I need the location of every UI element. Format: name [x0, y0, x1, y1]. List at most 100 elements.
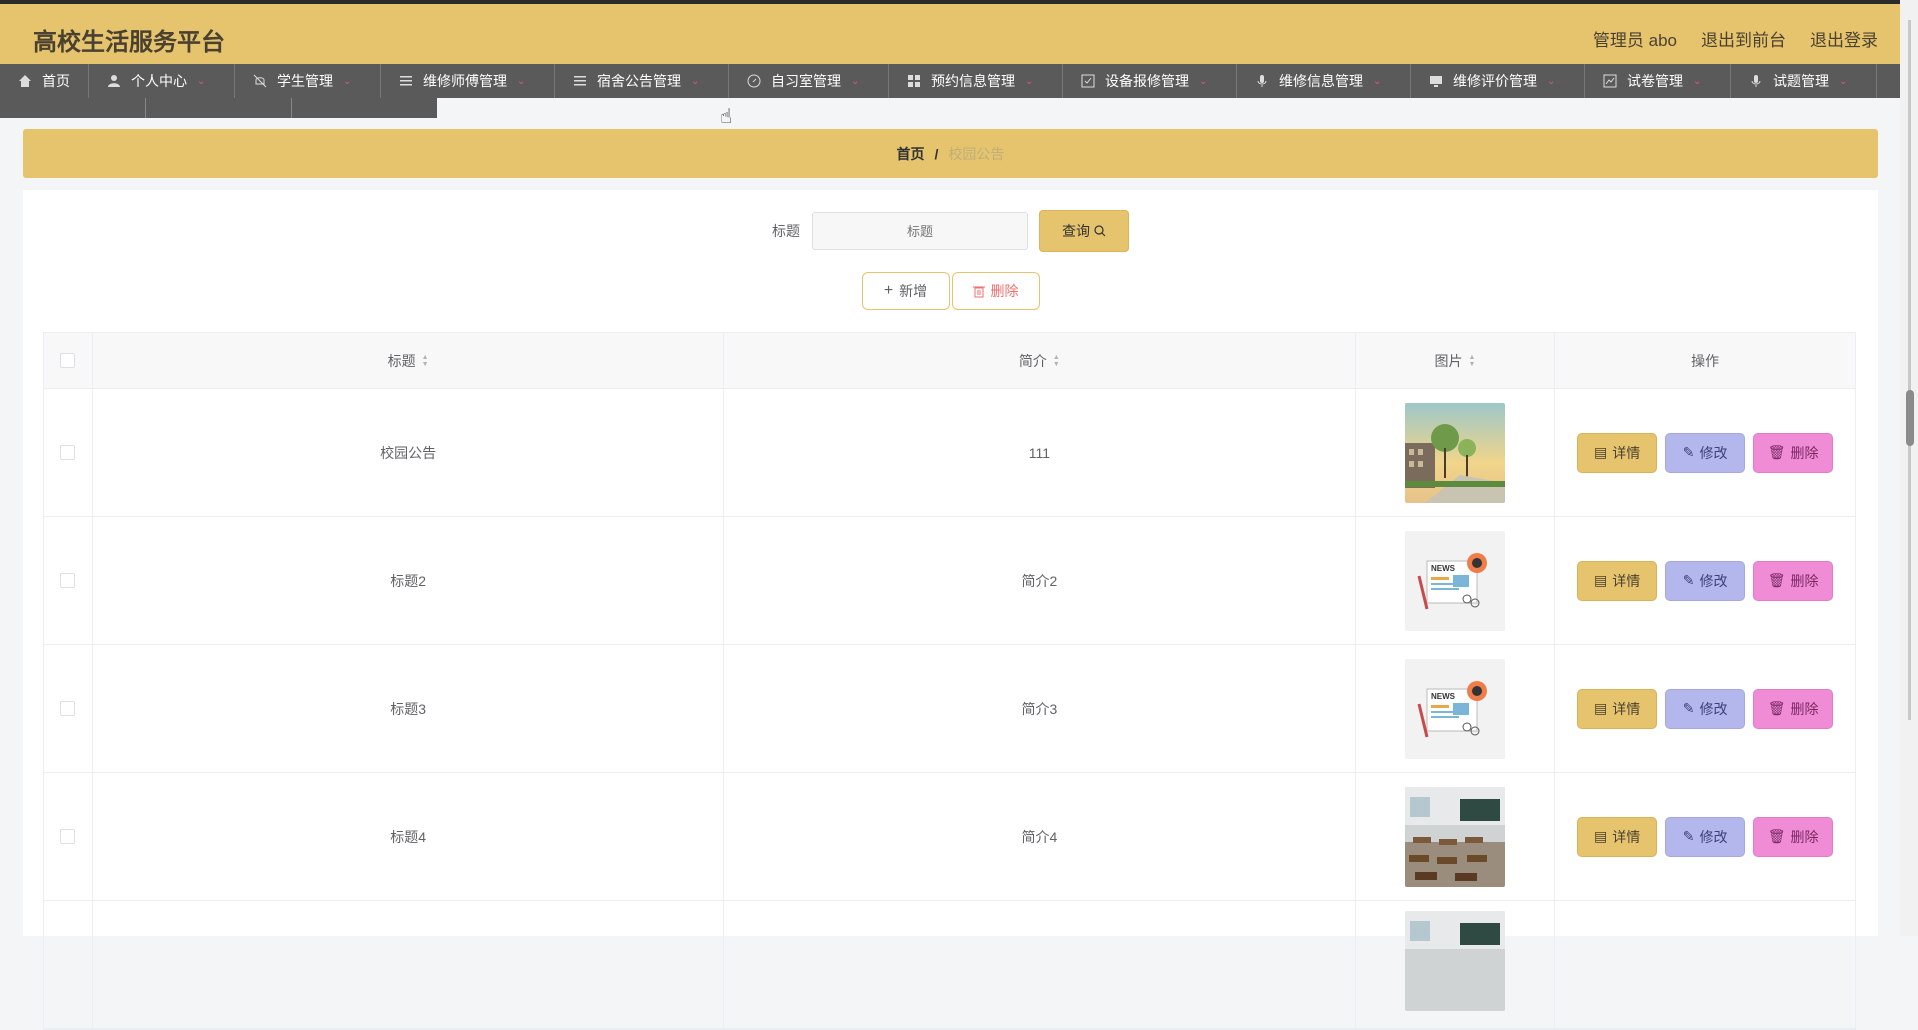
nav-item-students[interactable]: 学生管理 ⌄	[235, 64, 381, 98]
row-select-cell	[44, 645, 93, 772]
row-select-cell	[44, 517, 93, 644]
ops-cell: ▤ 详情 ✎ 修改 🗑 删除	[1555, 517, 1855, 644]
title-search-input[interactable]	[812, 212, 1028, 250]
row-checkbox[interactable]	[60, 829, 76, 844]
header-title-label: 标题	[387, 352, 416, 369]
classroom-photo[interactable]	[1404, 786, 1505, 887]
nav-item-exam-papers[interactable]: 试卷管理 ⌄	[1585, 64, 1731, 98]
edit-label: 修改	[1699, 700, 1728, 717]
sort-icon[interactable]: ▲ ▼	[1468, 354, 1475, 368]
scrollbar-track	[1908, 20, 1911, 720]
row-select-cell	[44, 901, 93, 1028]
add-button-label: 新增	[899, 283, 928, 299]
nav-label: 自习室管理	[771, 73, 841, 89]
nav-label: 维修信息管理	[1279, 73, 1363, 89]
delete-button[interactable]: 🗑 删除	[1753, 560, 1834, 601]
ops-cell: ▤ 详情 ✎ 修改 🗑 删除	[1555, 389, 1855, 516]
nav-item-repair-reviews[interactable]: 维修评价管理 ⌄	[1411, 64, 1585, 98]
logout-link[interactable]: 退出登录	[1810, 26, 1878, 51]
pencil-icon: ✎	[1682, 444, 1695, 460]
detail-button[interactable]: ▤ 详情	[1577, 688, 1658, 729]
search-button[interactable]: 查询	[1039, 210, 1129, 252]
detail-button[interactable]: ▤ 详情	[1577, 432, 1658, 473]
delete-label: 删除	[1790, 828, 1819, 845]
header-image[interactable]: 图片 ▲ ▼	[1356, 333, 1556, 388]
breadcrumb: 首页 / 校园公告	[23, 129, 1878, 178]
home-icon	[19, 75, 31, 87]
nav-item-dorm-notices[interactable]: 宿舍公告管理 ⌄	[555, 64, 729, 98]
edit-button[interactable]: ✎ 修改	[1665, 816, 1746, 857]
nav-item-study-rooms[interactable]: 自习室管理 ⌄	[729, 64, 889, 98]
row-checkbox[interactable]	[60, 701, 76, 716]
delete-button[interactable]: 🗑 删除	[1753, 816, 1834, 857]
exit-to-front-link[interactable]: 退出到前台	[1701, 26, 1786, 51]
search-icon	[1094, 225, 1106, 237]
delete-button[interactable]: 🗑 删除	[1753, 688, 1834, 729]
edit-button[interactable]: ✎ 修改	[1665, 432, 1746, 473]
detail-label: 详情	[1612, 700, 1641, 717]
sort-icon[interactable]: ▲ ▼	[1053, 354, 1060, 368]
nav-item-repairmen[interactable]: 维修师傅管理 ⌄	[381, 64, 555, 98]
edit-button[interactable]: ✎ 修改	[1665, 560, 1746, 601]
chevron-down-icon: ⌄	[197, 75, 206, 87]
news-illustration[interactable]: NEWS	[1404, 530, 1505, 631]
title-cell: 校园公告	[93, 389, 725, 516]
page-scrollbar[interactable]	[1900, 0, 1918, 936]
header-intro[interactable]: 简介 ▲ ▼	[724, 333, 1356, 388]
scrollbar-thumb[interactable]	[1906, 390, 1914, 446]
nav-item-reservations[interactable]: 预约信息管理 ⌄	[889, 64, 1063, 98]
header-ops-label: 操作	[1691, 352, 1720, 369]
chevron-down-icon: ⌄	[343, 75, 352, 87]
trash-icon: 🗑	[1767, 572, 1786, 588]
image-cell	[1356, 389, 1556, 516]
edit-button[interactable]: ✎ 修改	[1665, 688, 1746, 729]
image-cell	[1356, 901, 1556, 1028]
menu-icon	[574, 76, 586, 86]
nav-item-equipment-repair[interactable]: 设备报修管理 ⌄	[1063, 64, 1237, 98]
select-all-checkbox[interactable]	[60, 353, 76, 368]
header-ops: 操作	[1555, 333, 1855, 388]
document-icon: ▤	[1594, 828, 1608, 844]
table-row: 标题4 简介4 ▤ 详情 ✎ 修改 🗑 删除	[44, 773, 1855, 901]
campus-street-photo[interactable]	[1404, 402, 1505, 503]
intro-cell: 111	[724, 389, 1356, 516]
nav-item-home[interactable]: 首页	[0, 64, 89, 98]
edit-label: 修改	[1699, 572, 1728, 589]
row-checkbox[interactable]	[60, 445, 76, 460]
header-select-cell	[44, 333, 93, 388]
delete-button[interactable]: 🗑 删除	[1753, 432, 1834, 473]
detail-button[interactable]: ▤ 详情	[1577, 560, 1658, 601]
trash-icon: 🗑	[1767, 828, 1786, 844]
nav-item-questions[interactable]: 试题管理 ⌄	[1731, 64, 1877, 98]
nav-item-repair-info[interactable]: 维修信息管理 ⌄	[1237, 64, 1411, 98]
title-cell: 标题4	[93, 773, 725, 900]
hand-cursor-icon: ☝	[720, 106, 733, 128]
classroom-photo[interactable]	[1404, 911, 1505, 1011]
add-button[interactable]: + 新增	[861, 272, 950, 310]
detail-button[interactable]: ▤ 详情	[1577, 816, 1658, 857]
nav-label: 宿舍公告管理	[597, 73, 681, 89]
nav-label: 试卷管理	[1627, 73, 1683, 89]
document-icon: ▤	[1594, 700, 1608, 716]
news-illustration[interactable]: NEWS	[1404, 658, 1505, 759]
monitor-icon	[1430, 76, 1442, 87]
compass-icon	[747, 74, 761, 88]
image-cell	[1356, 773, 1556, 900]
detail-label: 详情	[1612, 444, 1641, 461]
microphone-icon	[1751, 75, 1761, 87]
sort-icon[interactable]: ▲ ▼	[422, 354, 429, 368]
detail-label: 详情	[1612, 828, 1641, 845]
nav-item-profile[interactable]: 个人中心 ⌄	[89, 64, 235, 98]
pencil-icon: ✎	[1682, 700, 1695, 716]
batch-delete-button[interactable]: 删除	[951, 272, 1040, 310]
header-image-label: 图片	[1434, 352, 1463, 369]
header-actions: 管理员 abo 退出到前台 退出登录	[1593, 26, 1878, 51]
breadcrumb-home[interactable]: 首页	[897, 144, 925, 164]
delete-label: 删除	[1790, 572, 1819, 589]
nav-label: 设备报修管理	[1105, 73, 1189, 89]
detail-label: 详情	[1612, 572, 1641, 589]
row-checkbox[interactable]	[60, 573, 76, 588]
chevron-down-icon: ⌄	[517, 75, 526, 87]
bulk-actions: + 新增 删除	[23, 272, 1878, 310]
header-title[interactable]: 标题 ▲ ▼	[93, 333, 725, 388]
